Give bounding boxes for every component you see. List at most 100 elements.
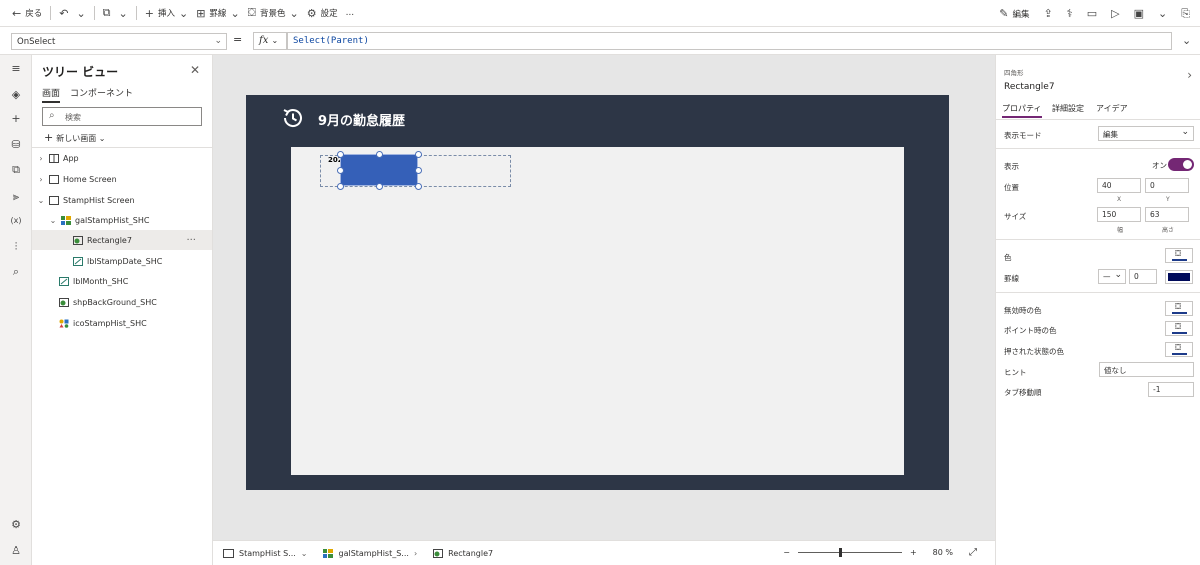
breadcrumb-label: galStampHist_S...: [338, 548, 409, 558]
resize-handle[interactable]: [415, 183, 422, 190]
close-icon[interactable]: ✕: [190, 63, 200, 77]
edit-button[interactable]: ✎ 編集: [999, 7, 1029, 20]
x-input[interactable]: 40: [1097, 178, 1141, 193]
tree-search-input[interactable]: ⌕ 検索: [42, 107, 202, 126]
paste-dropdown[interactable]: ⌄: [119, 7, 128, 20]
disabled-color-picker[interactable]: ⛋: [1165, 301, 1193, 316]
fill-color-picker[interactable]: ⛋: [1165, 248, 1193, 263]
border-button[interactable]: ⊞ 罫線 ⌄: [196, 7, 239, 20]
more-options-icon[interactable]: ···: [186, 235, 196, 246]
chevron-right-icon: ›: [413, 548, 418, 558]
border-width-input[interactable]: 0: [1129, 269, 1157, 284]
tab-ideas[interactable]: アイデア: [1096, 103, 1128, 114]
pressed-color-picker[interactable]: ⛋: [1165, 342, 1193, 357]
y-input[interactable]: 0: [1145, 178, 1189, 193]
control-name[interactable]: Rectangle7: [1004, 82, 1055, 92]
chevron-right-icon: ›: [39, 153, 43, 163]
gear-icon[interactable]: ⚙: [9, 518, 23, 532]
height-input[interactable]: 63: [1145, 207, 1189, 222]
tree-node-app[interactable]: › App: [32, 148, 212, 168]
undo-button[interactable]: ↶: [59, 7, 68, 20]
resize-handle[interactable]: [415, 151, 422, 158]
tooltip-input[interactable]: 値なし: [1099, 362, 1194, 377]
tree-node-shpbackground[interactable]: shpBackGround_SHC: [32, 292, 212, 312]
new-screen-button[interactable]: + 新しい画面 ⌄: [44, 131, 105, 144]
tab-components[interactable]: コンポーネント: [70, 86, 133, 99]
database-icon[interactable]: ⛁: [9, 138, 23, 152]
display-mode-dropdown[interactable]: 編集 ⌄: [1098, 126, 1194, 141]
resize-handle[interactable]: [337, 167, 344, 174]
publish-icon[interactable]: ⎘: [1181, 7, 1190, 21]
history-icon[interactable]: [280, 105, 306, 131]
save-icon[interactable]: ▣: [1134, 7, 1144, 20]
tree-node-lblmonth[interactable]: lblMonth_SHC: [32, 271, 212, 291]
border-color-picker[interactable]: [1165, 270, 1193, 284]
gallery-icon: [323, 548, 334, 558]
undo-dropdown[interactable]: ⌄: [76, 7, 85, 20]
app-screen[interactable]: 9月の勤怠履歴 202: [246, 95, 949, 490]
insert-button[interactable]: + 挿入 ⌄: [145, 7, 188, 20]
media-icon[interactable]: ⧉: [9, 163, 23, 177]
resize-handle[interactable]: [376, 183, 383, 190]
comment-icon[interactable]: ▭: [1087, 7, 1097, 20]
power-automate-icon[interactable]: ⫸: [9, 190, 23, 204]
more-button[interactable]: …: [346, 8, 355, 18]
settings-label: 設定: [320, 9, 338, 19]
rectangle7[interactable]: [340, 154, 418, 186]
background-shape[interactable]: 202: [291, 147, 904, 475]
tab-index-input[interactable]: -1: [1148, 382, 1194, 397]
grid-icon: ⊞: [196, 6, 206, 20]
breadcrumb-screen[interactable]: StampHist S... ⌄: [223, 548, 307, 558]
share-icon[interactable]: ⇪: [1044, 7, 1053, 20]
zoom-slider[interactable]: [797, 548, 902, 557]
tree-node-lblstampdate[interactable]: lblStampDate_SHC: [32, 251, 212, 271]
tree-node-rectangle7[interactable]: Rectangle7 ···: [32, 230, 212, 250]
app-checker-icon[interactable]: ⚕: [1067, 7, 1073, 20]
bg-color-button[interactable]: ⛋ 背景色 ⌄: [248, 6, 299, 20]
tree-node-icostamphist[interactable]: icoStampHist_SHC: [32, 313, 212, 333]
resize-handle[interactable]: [376, 151, 383, 158]
resize-handle[interactable]: [337, 183, 344, 190]
tree-node-stamphist-screen[interactable]: ⌄ StampHist Screen: [32, 190, 212, 210]
tab-properties[interactable]: プロパティ: [1002, 103, 1042, 118]
tree-node-home-screen[interactable]: › Home Screen: [32, 169, 212, 189]
fullscreen-icon[interactable]: ⤢: [969, 547, 977, 558]
breadcrumb-rectangle[interactable]: Rectangle7: [433, 548, 494, 558]
hover-color-picker[interactable]: ⛋: [1165, 321, 1193, 336]
formula-input[interactable]: Select(Parent): [287, 32, 1172, 50]
resize-handle[interactable]: [337, 151, 344, 158]
width-input[interactable]: 150: [1097, 207, 1141, 222]
zoom-in-button[interactable]: +: [910, 548, 917, 557]
visible-toggle[interactable]: [1168, 158, 1194, 171]
play-icon[interactable]: ▷: [1111, 7, 1119, 20]
advanced-tools-icon[interactable]: ⫶: [9, 240, 23, 254]
breadcrumb-label: Rectangle7: [448, 548, 494, 558]
breadcrumb-gallery[interactable]: galStampHist_S... ›: [323, 548, 418, 558]
hamburger-menu-icon[interactable]: ≡: [9, 62, 23, 76]
paste-button[interactable]: ⧉: [103, 6, 111, 20]
visible-label: 表示: [1004, 162, 1019, 171]
fx-button[interactable]: fx ⌄: [253, 32, 287, 50]
resize-handle[interactable]: [415, 167, 422, 174]
zoom-slider-thumb[interactable]: [838, 548, 842, 557]
divider: [996, 119, 1200, 120]
settings-button[interactable]: ⚙ 設定: [307, 7, 338, 20]
property-dropdown[interactable]: OnSelect ⌄: [11, 33, 227, 50]
tab-advanced[interactable]: 詳細設定: [1052, 103, 1084, 114]
zoom-out-button[interactable]: −: [783, 548, 790, 557]
border-style-dropdown[interactable]: — ⌄: [1098, 269, 1126, 284]
icons-icon: [59, 319, 69, 328]
tree-node-gallery[interactable]: ⌄ galStampHist_SHC: [32, 210, 212, 230]
tree-view-panel: ツリー ビュー ✕ 画面 コンポーネント ⌕ 検索 + 新しい画面 ⌄ › App…: [32, 55, 213, 565]
variables-icon[interactable]: (x): [9, 214, 23, 228]
insert-plus-icon[interactable]: +: [9, 112, 23, 126]
back-button[interactable]: ← 戻る: [12, 7, 42, 20]
divider: [996, 148, 1200, 149]
chevron-down-icon[interactable]: ⌄: [1158, 7, 1167, 20]
chevron-down-icon[interactable]: ⌄: [1182, 34, 1191, 47]
search-icon[interactable]: ⌕: [9, 265, 23, 279]
user-icon[interactable]: ♙: [9, 544, 23, 558]
tab-screens[interactable]: 画面: [42, 86, 61, 103]
chevron-right-icon[interactable]: ›: [1187, 68, 1192, 82]
layers-icon[interactable]: ◈: [9, 88, 23, 102]
